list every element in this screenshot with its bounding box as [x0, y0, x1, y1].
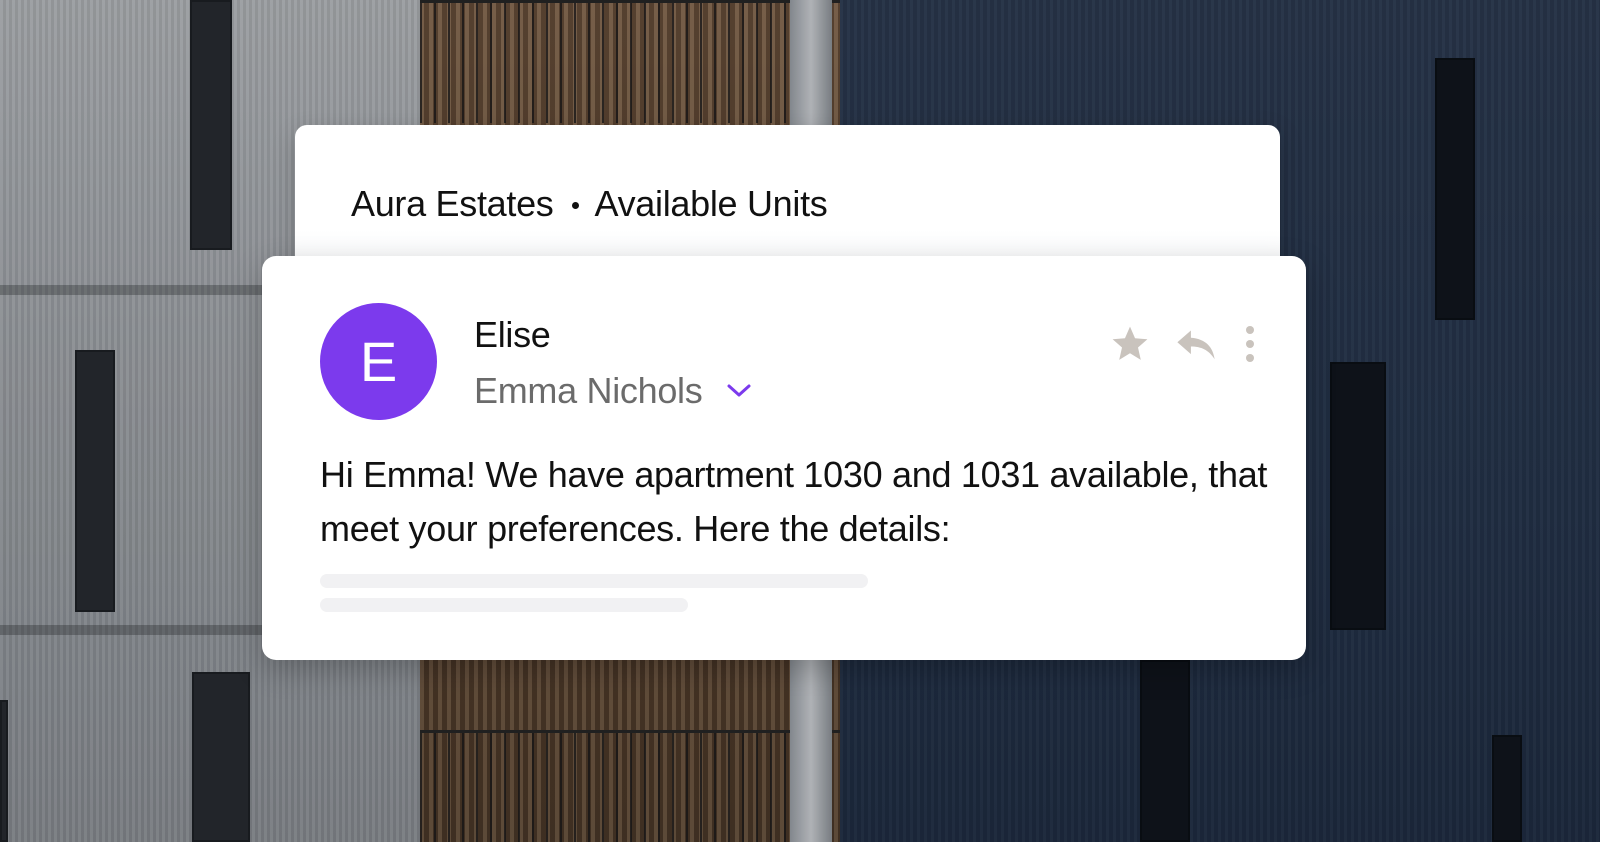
organization-name: Aura Estates — [351, 183, 554, 224]
more-vertical-icon[interactable] — [1240, 322, 1260, 366]
separator-dot — [571, 201, 579, 209]
reply-icon[interactable] — [1174, 322, 1218, 366]
content-placeholder-line — [320, 598, 688, 612]
star-icon[interactable] — [1108, 322, 1152, 366]
chevron-down-icon[interactable] — [726, 378, 752, 404]
email-message-card: E Elise Emma Nichols Hi Emma! We have ap… — [262, 256, 1306, 660]
sender-name: Elise — [474, 314, 551, 355]
avatar-initial: E — [359, 330, 398, 393]
recipient-row: Emma Nichols — [474, 370, 752, 412]
content-placeholder-line — [320, 574, 868, 588]
message-actions — [1108, 322, 1260, 366]
recipient-name: Emma Nichols — [474, 370, 703, 411]
message-body: Hi Emma! We have apartment 1030 and 1031… — [320, 454, 1268, 549]
thread-header: Aura Estates Available Units — [351, 183, 828, 225]
avatar: E — [320, 303, 437, 420]
thread-subject: Available Units — [594, 183, 828, 224]
